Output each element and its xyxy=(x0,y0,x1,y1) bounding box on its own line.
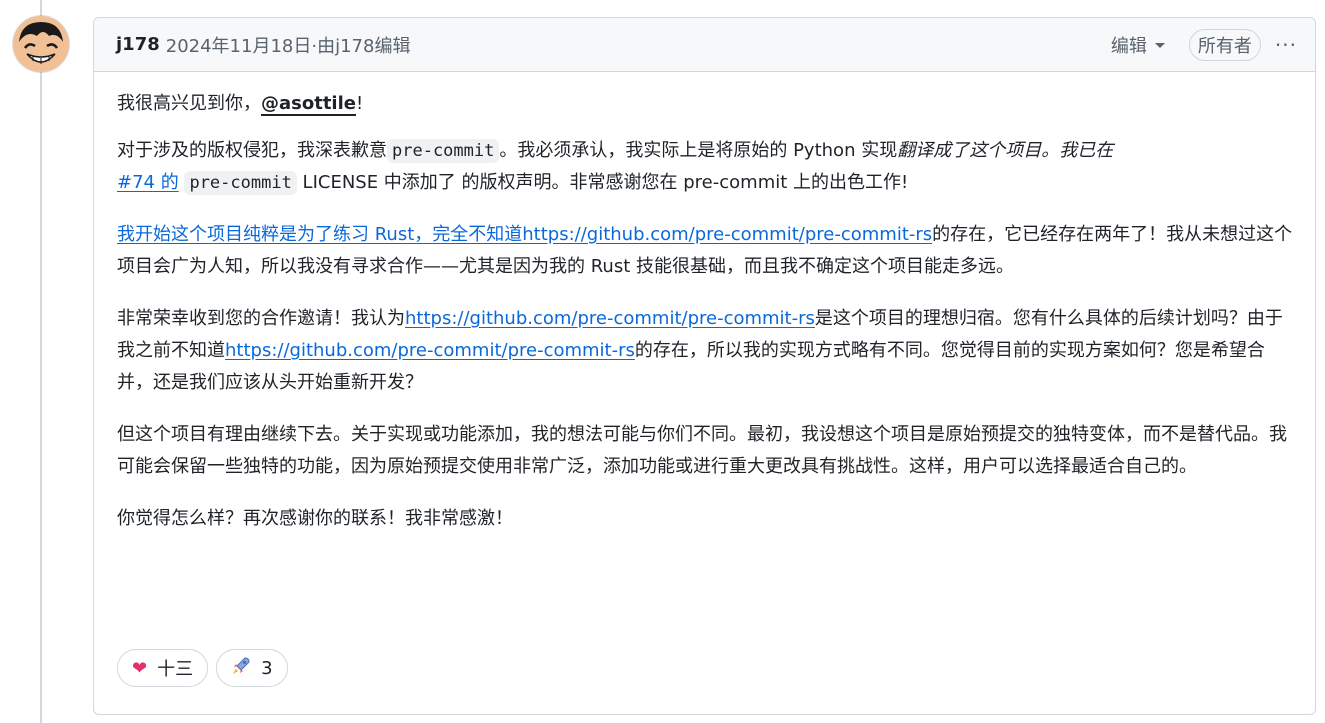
user-mention[interactable]: @asottile xyxy=(261,93,356,116)
text: LICENSE 中添加了 的版权声明。非常感谢您在 pre-commit 上的出… xyxy=(302,172,909,193)
timeline-line xyxy=(40,0,42,723)
paragraph-1: 我很高兴见到你，@asottile! xyxy=(117,88,1293,120)
text: 非常荣幸收到您的合作邀请！我认为 xyxy=(117,308,405,329)
reaction-count: 十三 xyxy=(157,659,194,680)
repo-link[interactable]: https://github.com/pre-commit/pre-commit… xyxy=(225,340,635,361)
reactions-bar: ❤ 十三 3 xyxy=(117,649,288,687)
inline-code: pre-commit xyxy=(387,139,500,163)
comment-meta[interactable]: 2024年11月18日·由j178编辑 xyxy=(166,32,411,58)
avatar-image xyxy=(13,16,69,72)
chevron-down-icon xyxy=(1154,43,1165,48)
text: 你觉得怎么样？再次感谢你的联系！我非常感激！ xyxy=(117,508,513,529)
comment-body: 我很高兴见到你，@asottile! 对于涉及的版权侵犯，我深表歉意 pre-co… xyxy=(94,72,1315,535)
text: 。我必须承认，我实际上是将原始的 Python 实现 xyxy=(499,140,898,161)
repo-link[interactable]: 我开始这个项目纯粹是为了练习 Rust，完全不知道https://github.… xyxy=(117,224,932,245)
reaction-rocket[interactable]: 3 xyxy=(216,649,288,687)
comment-box: j178 2024年11月18日·由j178编辑 编辑 所有者 ··· 我很高兴… xyxy=(93,17,1316,715)
text: 对于涉及的版权侵犯，我深表歉意 xyxy=(117,140,387,161)
text: 我很高兴见到你， xyxy=(117,93,261,114)
edit-label: 编辑 xyxy=(1110,35,1147,57)
inline-code: pre-commit xyxy=(184,171,297,195)
reaction-heart[interactable]: ❤ 十三 xyxy=(117,649,209,687)
paragraph-2: 对于涉及的版权侵犯，我深表歉意 pre-commit 。我必须承认，我实际上是将原始… xyxy=(117,135,1293,199)
text: ! xyxy=(355,93,364,114)
header-actions: 编辑 所有者 ··· xyxy=(1111,28,1299,61)
paragraph-3: 我开始这个项目纯粹是为了练习 Rust，完全不知道https://github.… xyxy=(117,219,1293,283)
owner-badge: 所有者 xyxy=(1188,28,1261,61)
edit-dropdown[interactable]: 编辑 xyxy=(1111,32,1165,58)
paragraph-6: 你觉得怎么样？再次感谢你的联系！我非常感激！ xyxy=(117,503,1293,535)
emphasis-text: 翻译成了这个项目。我已在 xyxy=(897,140,1114,161)
avatar[interactable] xyxy=(13,16,69,72)
comment-header: j178 2024年11月18日·由j178编辑 编辑 所有者 ··· xyxy=(94,18,1315,72)
issue-link[interactable]: #74 的 xyxy=(117,172,179,193)
reaction-count: 3 xyxy=(261,657,273,679)
text: 但这个项目有理由继续下去。关于实现或功能添加，我的想法可能与你们不同。最初，我设… xyxy=(117,424,1287,477)
paragraph-4: 非常荣幸收到您的合作邀请！我认为https://github.com/pre-c… xyxy=(117,303,1293,399)
repo-link[interactable]: https://github.com/pre-commit/pre-commit… xyxy=(405,308,815,329)
heart-icon: ❤ xyxy=(132,657,148,679)
comment-author[interactable]: j178 xyxy=(116,34,160,55)
kebab-menu-icon[interactable]: ··· xyxy=(1273,33,1299,57)
rocket-icon xyxy=(231,656,251,681)
paragraph-5: 但这个项目有理由继续下去。关于实现或功能添加，我的想法可能与你们不同。最初，我设… xyxy=(117,419,1293,483)
